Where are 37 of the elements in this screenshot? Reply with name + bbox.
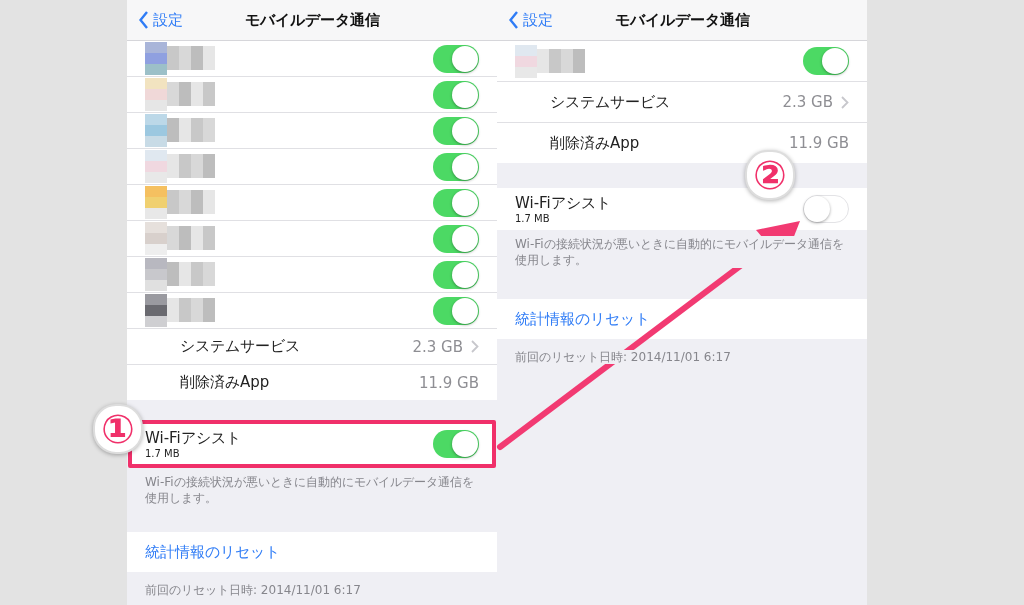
row-label: 削除済みApp — [549, 133, 641, 153]
row-label: Wi-Fiアシスト — [515, 194, 611, 213]
screen-title: モバイルデータ通信 — [243, 10, 381, 30]
toggle-switch[interactable] — [803, 195, 849, 223]
usage-text: 1.7 MB — [515, 213, 550, 224]
back-button[interactable]: 設定 — [509, 10, 587, 30]
row-label: 削除済みApp — [179, 373, 271, 392]
last-reset-text: 前回のリセット日時: 2014/11/01 6:17 — [515, 350, 731, 364]
usage-text: 1.7 MB — [145, 448, 180, 459]
back-chevron-icon — [509, 11, 519, 29]
reset-button[interactable]: 統計情報のリセット — [127, 532, 497, 572]
toggle-switch[interactable] — [433, 296, 479, 325]
toggle-switch[interactable] — [433, 80, 479, 109]
back-chevron-icon — [139, 11, 149, 29]
toggle-switch[interactable] — [433, 44, 479, 73]
reset-button[interactable]: 統計情報のリセット — [497, 299, 867, 339]
toggle-switch[interactable] — [433, 116, 479, 145]
toggle-switch[interactable] — [433, 430, 479, 458]
back-button[interactable]: 設定 — [139, 10, 217, 30]
row-value: 2.3 GB — [782, 93, 833, 111]
row-label: Wi-Fiアシスト — [145, 429, 241, 448]
pixelated-app-drawing — [515, 44, 585, 78]
chevron-icon — [841, 95, 849, 109]
chevron-icon — [471, 340, 479, 353]
toggle-switch[interactable] — [433, 152, 479, 181]
row-label[interactable]: システムサービス — [515, 92, 783, 112]
row-value: 11.9 GB — [788, 134, 849, 152]
toggle-switch[interactable] — [433, 188, 479, 217]
toggle-switch[interactable] — [433, 260, 479, 289]
screen-title: モバイルデータ通信 — [613, 10, 751, 30]
toggle-switch[interactable] — [433, 224, 479, 253]
toggle-switch[interactable] — [803, 47, 849, 75]
row-value: 2.3 GB — [412, 337, 463, 356]
last-reset-text: 前回のリセット日時: 2014/11/01 6:17 — [145, 583, 361, 597]
row-label[interactable]: システムサービス — [145, 337, 413, 356]
step-badge: ① — [93, 404, 143, 454]
row-value: 11.9 GB — [418, 373, 479, 392]
